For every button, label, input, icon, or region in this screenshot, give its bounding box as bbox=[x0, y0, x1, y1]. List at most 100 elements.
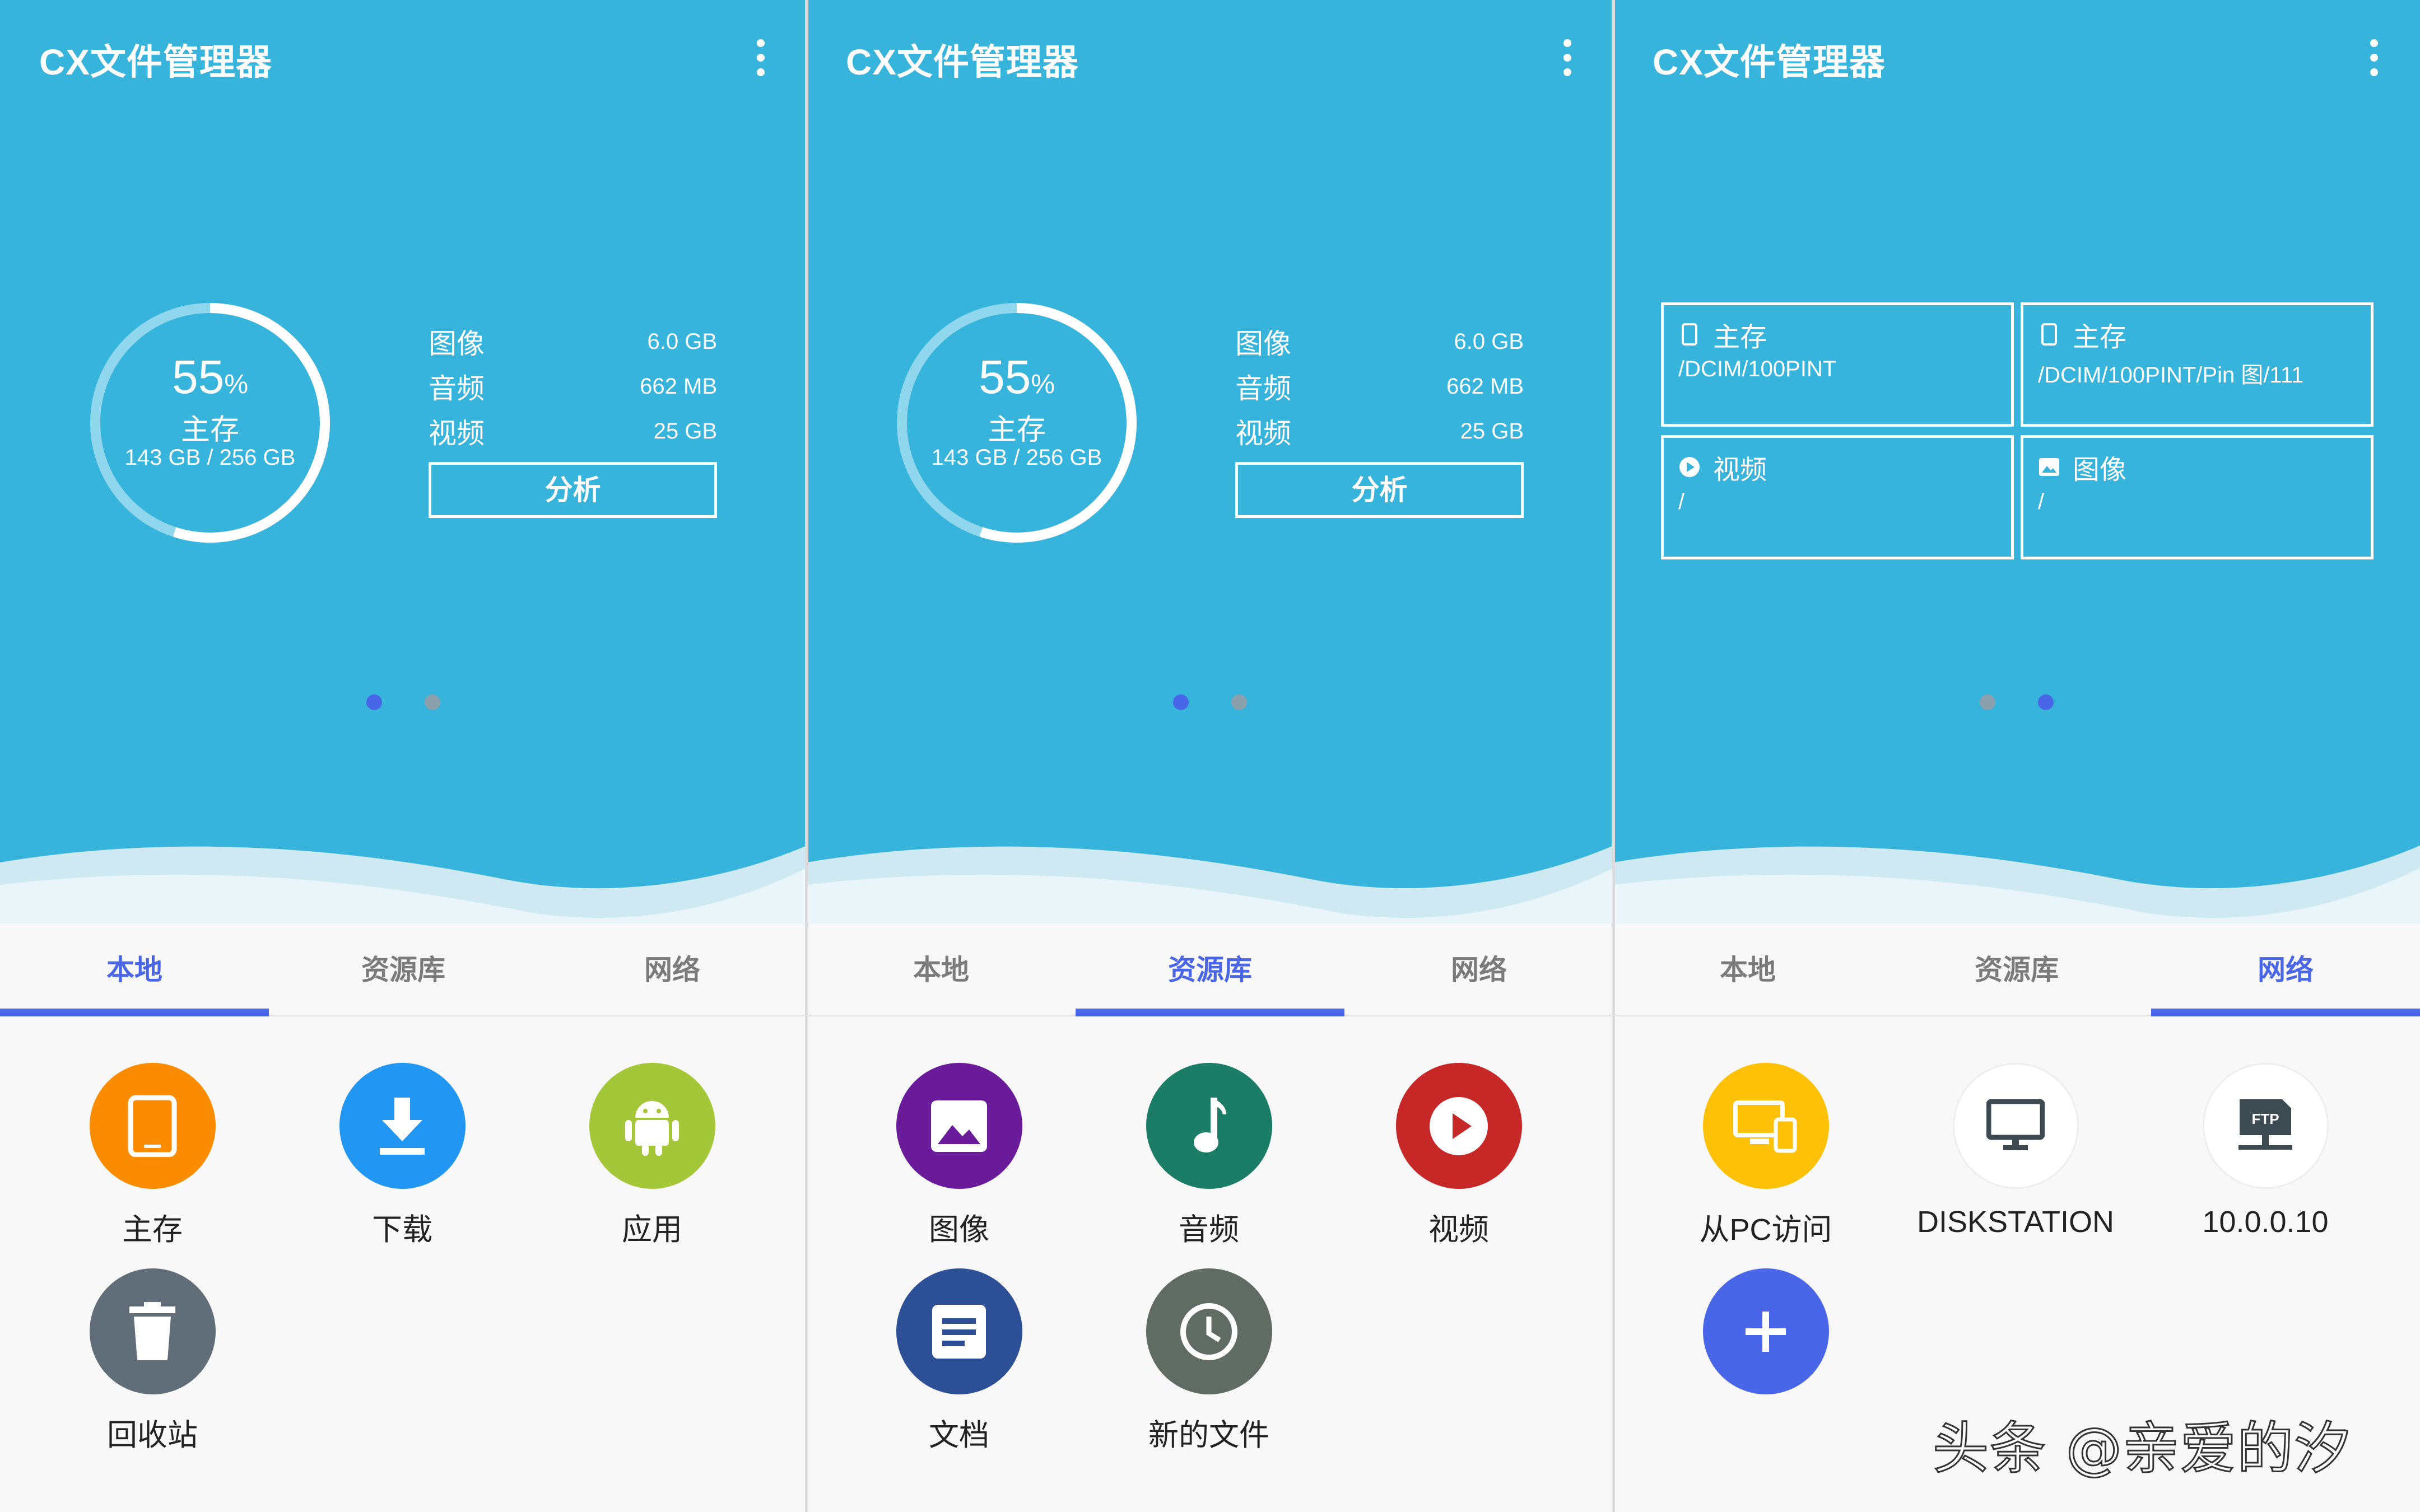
grid-item-ftp[interactable]: FTP 10.0.0.10 bbox=[2165, 1063, 2366, 1239]
panel-local: CX文件管理器 55% 主存 143 GB / 256 GB 图像 6.0 GB … bbox=[0, 0, 807, 1512]
grid-label: 视频 bbox=[1428, 1213, 1489, 1247]
pc-access-circle[interactable] bbox=[1702, 1063, 1829, 1189]
tab-network[interactable]: 网络 bbox=[538, 924, 807, 1015]
image-icon bbox=[2039, 458, 2059, 476]
shortcut-image[interactable]: 图像 / bbox=[2021, 435, 2374, 559]
stat-row: 音频 662 MB bbox=[1235, 364, 1524, 409]
download-icon bbox=[380, 1097, 425, 1155]
shortcut-title: 主存 bbox=[1713, 323, 1767, 352]
storage-summary[interactable]: 55% 主存 143 GB / 256 GB bbox=[891, 297, 1143, 549]
grid-label: 图像 bbox=[929, 1213, 989, 1247]
page-indicator bbox=[807, 694, 1613, 710]
recent-circle[interactable] bbox=[1146, 1268, 1272, 1394]
more-vert-icon[interactable] bbox=[1561, 39, 1574, 78]
monitor-icon bbox=[1986, 1099, 2045, 1150]
grid-label: 从PC访问 bbox=[1699, 1213, 1832, 1247]
page-dot-active[interactable] bbox=[2038, 694, 2054, 710]
trash-icon bbox=[129, 1301, 175, 1360]
video-circle[interactable] bbox=[1395, 1063, 1522, 1189]
grid-label: 主存 bbox=[122, 1213, 183, 1247]
stat-value: 662 MB bbox=[640, 374, 717, 399]
grid-label: 回收站 bbox=[107, 1418, 198, 1452]
stat-name: 视频 bbox=[429, 418, 485, 449]
main-storage-circle[interactable] bbox=[89, 1063, 216, 1189]
more-vert-icon[interactable] bbox=[2367, 39, 2381, 78]
stat-value: 6.0 GB bbox=[647, 329, 717, 354]
app-title: CX文件管理器 bbox=[1653, 42, 1886, 82]
grid-item-diskstation[interactable]: DISKSTATION bbox=[1915, 1063, 2116, 1239]
analyze-button[interactable]: 分析 bbox=[429, 462, 717, 518]
apps-circle[interactable] bbox=[589, 1063, 715, 1189]
shortcut-title: 视频 bbox=[1713, 455, 1767, 485]
more-vert-icon[interactable] bbox=[754, 39, 767, 78]
tab-local[interactable]: 本地 bbox=[807, 924, 1076, 1015]
page-dot[interactable] bbox=[1231, 694, 1247, 710]
grid-item-images[interactable]: 图像 bbox=[858, 1063, 1060, 1249]
grid-item-download[interactable]: 下载 bbox=[301, 1063, 503, 1249]
tab-local[interactable]: 本地 bbox=[0, 924, 269, 1016]
clock-icon bbox=[1180, 1303, 1237, 1360]
tab-network[interactable]: 网络 bbox=[1344, 924, 1613, 1015]
trash-circle[interactable] bbox=[89, 1268, 216, 1394]
grid-label: 音频 bbox=[1179, 1213, 1239, 1247]
analyze-button[interactable]: 分析 bbox=[1235, 462, 1524, 518]
page-dot[interactable] bbox=[425, 694, 440, 710]
app-title: CX文件管理器 bbox=[846, 42, 1079, 82]
watermark: 头条 @亲爱的汐 bbox=[1932, 1415, 2352, 1482]
ftp-circle[interactable]: FTP bbox=[2202, 1063, 2329, 1189]
documents-circle[interactable] bbox=[896, 1268, 1022, 1394]
page-dot[interactable] bbox=[1980, 694, 1995, 710]
grid-item-apps[interactable]: 应用 bbox=[551, 1063, 753, 1249]
shortcut-title: 主存 bbox=[2073, 323, 2127, 352]
storage-percent: 55 bbox=[978, 351, 1031, 403]
storage-summary[interactable]: 55% 主存 143 GB / 256 GB bbox=[84, 297, 336, 549]
page-indicator bbox=[0, 694, 807, 710]
grid-item-main-storage[interactable]: 主存 bbox=[52, 1063, 253, 1249]
page-indicator bbox=[1613, 694, 2420, 710]
images-circle[interactable] bbox=[896, 1063, 1022, 1189]
shortcut-path: /DCIM/100PINT/Pin 图/111 bbox=[2038, 363, 2304, 388]
shortcut-video[interactable]: 视频 / bbox=[1661, 435, 2014, 559]
grid-item-documents[interactable]: 文档 bbox=[858, 1268, 1060, 1454]
tab-library[interactable]: 资源库 bbox=[1882, 924, 2151, 1015]
image-icon bbox=[931, 1100, 987, 1152]
grid-item-audio[interactable]: 音频 bbox=[1108, 1063, 1310, 1249]
grid-label: 新的文件 bbox=[1148, 1418, 1269, 1452]
storage-label: 主存 bbox=[987, 414, 1046, 446]
storage-label: 主存 bbox=[180, 414, 239, 446]
add-circle[interactable] bbox=[1702, 1268, 1829, 1394]
storage-capacity: 143 GB / 256 GB bbox=[931, 445, 1102, 470]
shortcut-title: 图像 bbox=[2073, 455, 2127, 485]
shortcut-path: / bbox=[1678, 489, 1685, 514]
diskstation-circle[interactable] bbox=[1952, 1063, 2079, 1189]
add-network-button[interactable] bbox=[1665, 1268, 1867, 1394]
page-dot-active[interactable] bbox=[1173, 694, 1189, 710]
tab-network[interactable]: 网络 bbox=[2151, 924, 2420, 1016]
tab-local[interactable]: 本地 bbox=[1613, 924, 1882, 1015]
phone-icon bbox=[1682, 323, 1697, 346]
ftp-icon: FTP bbox=[2238, 1099, 2292, 1150]
page-dot-active[interactable] bbox=[366, 694, 382, 710]
shortcut-main-storage-1[interactable]: 主存 /DCIM/100PINT bbox=[1661, 302, 2014, 427]
panel-network: CX文件管理器 主存 /DCIM/100PINT 主存 /DCIM/100PIN… bbox=[1613, 0, 2420, 1512]
stat-row: 图像 6.0 GB bbox=[429, 319, 717, 364]
tab-bar: 本地 资源库 网络 bbox=[0, 924, 807, 1016]
grid-item-pc-access[interactable]: 从PC访问 bbox=[1665, 1063, 1867, 1249]
grid-item-video[interactable]: 视频 bbox=[1358, 1063, 1560, 1249]
tab-library[interactable]: 资源库 bbox=[1076, 924, 1344, 1016]
grid-item-trash[interactable]: 回收站 bbox=[52, 1268, 253, 1454]
tab-library[interactable]: 资源库 bbox=[269, 924, 538, 1015]
tab-bar: 本地 资源库 网络 bbox=[1613, 924, 2420, 1016]
shortcut-main-storage-2[interactable]: 主存 /DCIM/100PINT/Pin 图/111 bbox=[2021, 302, 2374, 427]
grid-item-recent[interactable]: 新的文件 bbox=[1108, 1268, 1310, 1454]
grid-label: DISKSTATION bbox=[1916, 1205, 2115, 1239]
stat-name: 图像 bbox=[429, 328, 485, 360]
plus-icon bbox=[1746, 1311, 1786, 1352]
svg-text:FTP: FTP bbox=[2251, 1110, 2279, 1127]
audio-circle[interactable] bbox=[1146, 1063, 1272, 1189]
download-circle[interactable] bbox=[339, 1063, 466, 1189]
storage-stats: 图像 6.0 GB 音频 662 MB 视频 25 GB bbox=[429, 319, 717, 454]
android-icon bbox=[625, 1100, 679, 1156]
wave-decoration bbox=[0, 846, 807, 930]
play-icon bbox=[1679, 457, 1700, 477]
